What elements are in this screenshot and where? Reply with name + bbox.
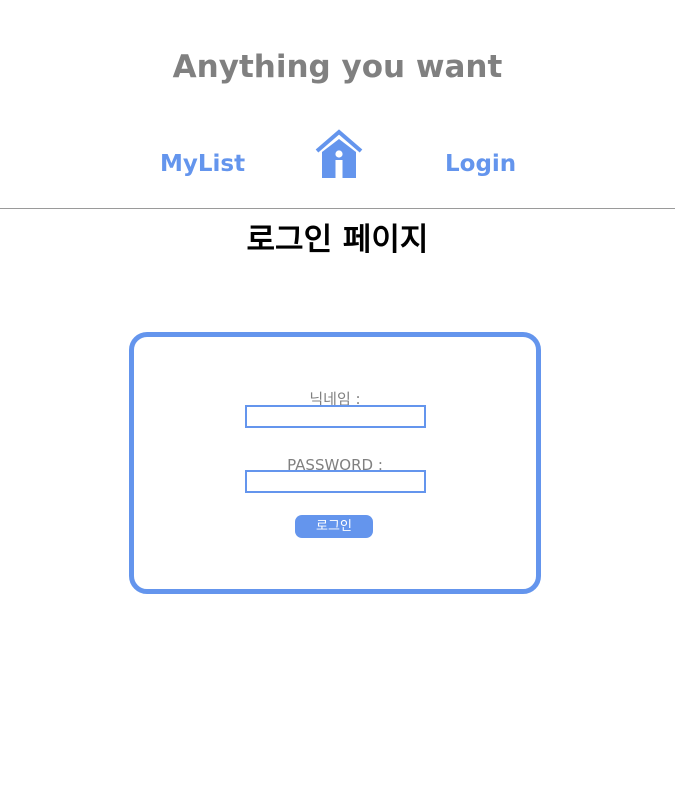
main-nav: MyList Login [0, 124, 675, 184]
nav-login-link[interactable]: Login [445, 148, 516, 180]
nav-mylist-link[interactable]: MyList [160, 148, 245, 180]
login-submit-button[interactable]: 로그인 [295, 515, 373, 538]
login-form: 닉네임 : PASSWORD : 로그인 [129, 332, 541, 594]
nickname-input[interactable] [245, 405, 426, 428]
home-icon[interactable] [314, 128, 364, 178]
page-title: 로그인 페이지 [246, 222, 429, 258]
password-input[interactable] [245, 470, 426, 493]
site-title: Anything you want [172, 49, 503, 85]
header-divider [0, 208, 675, 209]
